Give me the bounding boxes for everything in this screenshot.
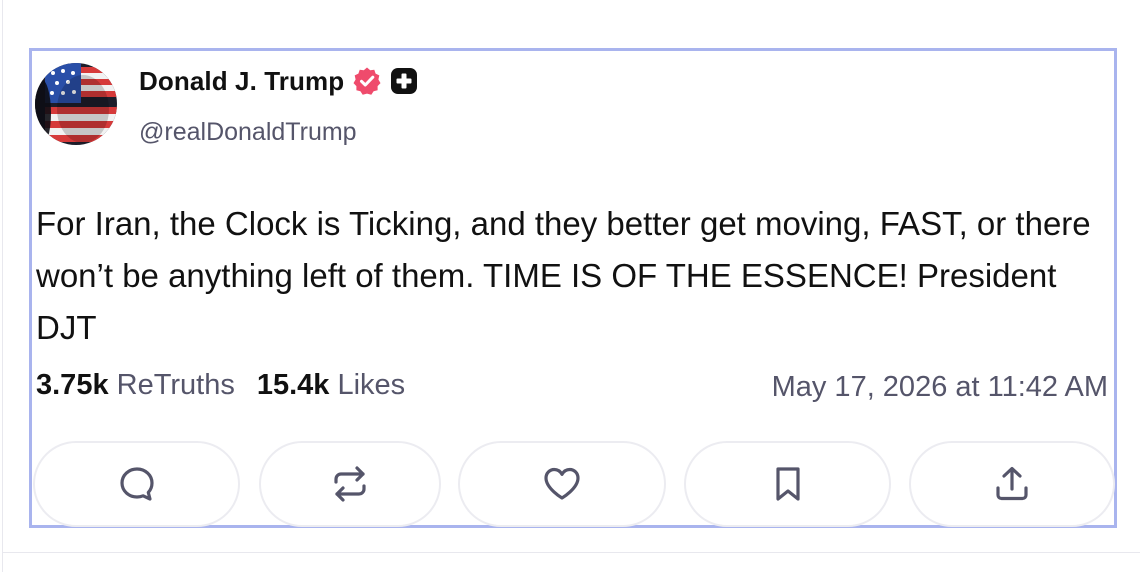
retruth-button[interactable] — [259, 441, 441, 527]
author-handle[interactable]: @realDonaldTrump — [139, 118, 357, 147]
author-display-name[interactable]: Donald J. Trump — [139, 66, 344, 97]
verified-badge-icon — [353, 67, 381, 95]
share-icon — [996, 466, 1028, 501]
heart-icon — [544, 467, 580, 500]
post-text: For Iran, the Clock is Ticking, and they… — [36, 205, 1091, 346]
retruths-stat[interactable]: 3.75k ReTruths — [36, 369, 235, 401]
post-timestamp[interactable]: May 17, 2026 at 11:42 AM — [772, 371, 1108, 404]
retruths-label: ReTruths — [116, 369, 235, 401]
avatar[interactable] — [35, 63, 117, 145]
author-name-row: Donald J. Trump — [139, 64, 418, 98]
bottom-divider — [2, 552, 1140, 553]
share-button[interactable] — [909, 441, 1115, 527]
likes-stat[interactable]: 15.4k Likes — [257, 369, 405, 401]
post-stats: 3.75k ReTruths 15.4k Likes — [36, 369, 405, 402]
like-button[interactable] — [458, 441, 666, 527]
bookmark-icon — [775, 467, 800, 501]
post-card[interactable]: Donald J. Trump @realDonaldTrump For Ira… — [29, 48, 1117, 528]
likes-label: Likes — [337, 369, 406, 401]
retruths-count: 3.75k — [36, 369, 109, 401]
reply-button[interactable] — [33, 441, 240, 527]
plus-badge-icon — [391, 68, 418, 94]
likes-count: 15.4k — [256, 369, 330, 401]
repost-icon — [334, 466, 366, 502]
left-divider — [2, 0, 3, 572]
comment-icon — [119, 467, 154, 501]
bookmark-button[interactable] — [684, 441, 891, 527]
page: Donald J. Trump @realDonaldTrump For Ira… — [0, 0, 1140, 572]
